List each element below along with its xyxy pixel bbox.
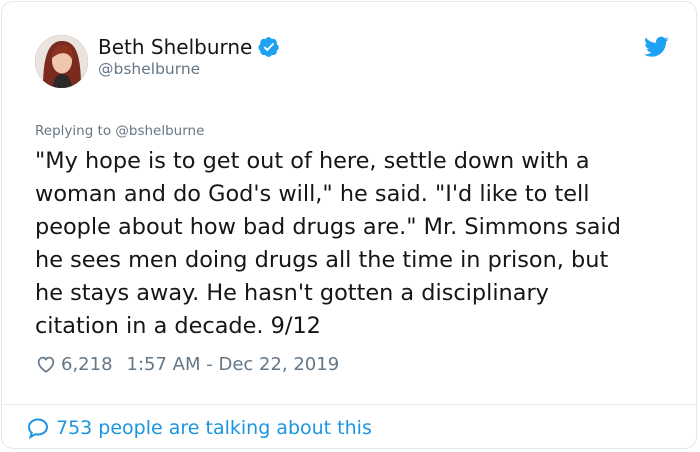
speech-bubble-icon (27, 418, 49, 440)
conversation-link[interactable]: 753 people are talking about this (26, 416, 372, 440)
tweet-text: "My hope is to get out of here, settle d… (35, 145, 675, 343)
like-count[interactable]: 6,218 (61, 354, 113, 375)
heart-icon[interactable] (35, 353, 57, 375)
talking-text[interactable]: 753 people are talking about this (56, 417, 372, 439)
tweet-card[interactable]: Beth Shelburne @bshelburne Replying to @… (1, 1, 697, 449)
divider (3, 404, 695, 405)
tweet-line: he sees men doing drugs all the time in … (35, 247, 609, 273)
verified-badge-icon (258, 37, 279, 57)
bird-logo-icon[interactable] (644, 36, 669, 58)
tweet-timestamp[interactable]: 1:57 AM - Dec 22, 2019 (127, 354, 340, 375)
tweet-line: citation in a decade. 9/12 (35, 313, 321, 339)
author-name[interactable]: Beth Shelburne (98, 35, 252, 59)
tweet-line: woman and do God's will," he said. "I'd … (35, 181, 590, 207)
author-name-row[interactable]: Beth Shelburne (98, 35, 280, 59)
tweet-line: he stays away. He hasn't gotten a discip… (35, 280, 549, 306)
avatar[interactable] (35, 35, 88, 88)
tweet-meta: 6,218 1:57 AM - Dec 22, 2019 (35, 353, 339, 375)
tweet-line: people about how bad drugs are." Mr. Sim… (35, 214, 621, 240)
reply-context[interactable]: Replying to @bshelburne (35, 123, 204, 139)
tweet-line: "My hope is to get out of here, settle d… (35, 148, 590, 174)
author-handle[interactable]: @bshelburne (98, 60, 200, 78)
